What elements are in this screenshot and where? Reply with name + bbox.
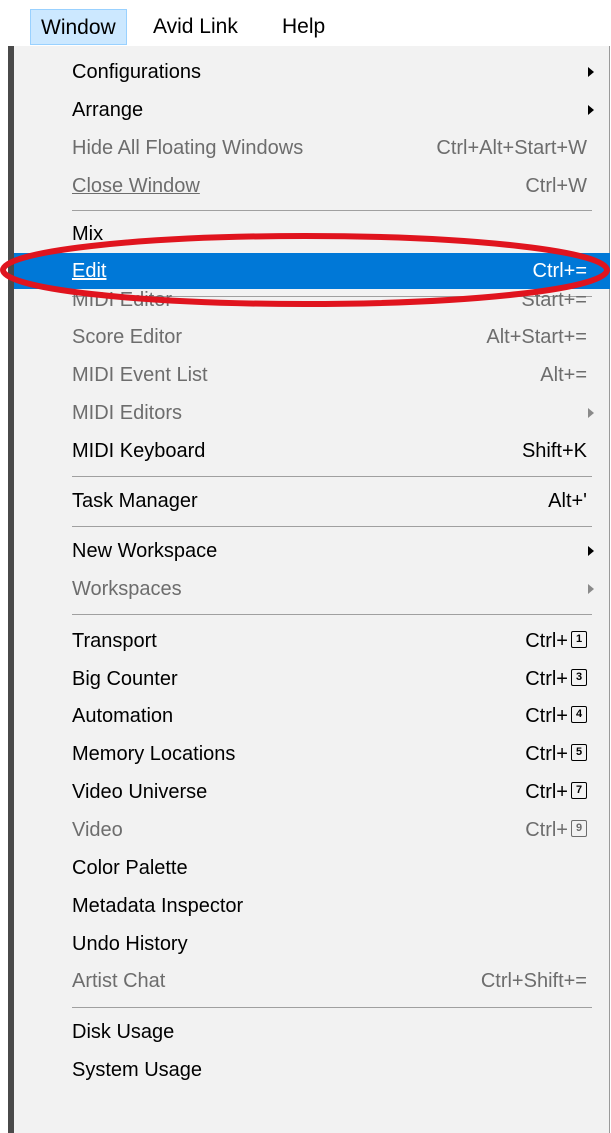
menu-item-workspaces: Workspaces bbox=[26, 571, 610, 607]
menu-separator bbox=[72, 210, 592, 211]
menu-item-video-universe[interactable]: Video Universe Ctrl+ 7 bbox=[26, 774, 610, 810]
menu-item-label: Mix bbox=[72, 223, 104, 245]
menu-item-artist-chat: Artist Chat Ctrl+Shift+= bbox=[26, 963, 610, 999]
submenu-arrow-icon bbox=[588, 408, 594, 418]
menu-item-shortcut: Ctrl+Alt+Start+W bbox=[436, 137, 587, 159]
menu-item-shortcut: Ctrl+Shift+= bbox=[480, 970, 587, 992]
menu-item-label: Color Palette bbox=[72, 857, 188, 879]
menu-item-label: New Workspace bbox=[72, 540, 218, 562]
menu-separator bbox=[72, 476, 592, 477]
numpad-key-icon: 3 bbox=[571, 669, 587, 687]
menu-item-undo-history[interactable]: Undo History bbox=[26, 926, 610, 962]
menu-item-label: Transport bbox=[72, 630, 157, 652]
menu-item-shortcut: Ctrl+ 1 bbox=[525, 623, 587, 659]
menu-item-shortcut: Ctrl+W bbox=[525, 175, 587, 197]
menu-item-label: Task Manager bbox=[72, 490, 198, 512]
menu-item-label: System Usage bbox=[72, 1059, 203, 1081]
menu-item-label: Disk Usage bbox=[72, 1021, 175, 1043]
menu-item-label: Automation bbox=[72, 705, 174, 727]
numpad-key-icon: 7 bbox=[571, 782, 587, 800]
menu-separator bbox=[72, 526, 592, 527]
menu-item-transport[interactable]: Transport Ctrl+ 1 bbox=[26, 623, 610, 659]
shortcut-prefix: Ctrl+ bbox=[525, 819, 568, 841]
submenu-arrow-icon bbox=[588, 546, 594, 556]
menu-item-color-palette[interactable]: Color Palette bbox=[26, 850, 610, 886]
menu-item-new-workspace[interactable]: New Workspace bbox=[26, 533, 610, 569]
menu-item-label: MIDI Editors bbox=[72, 402, 183, 424]
menu-avid-link[interactable]: Avid Link bbox=[143, 9, 248, 45]
menu-item-label: Arrange bbox=[72, 99, 144, 121]
shortcut-prefix: Ctrl+ bbox=[525, 705, 568, 727]
menu-item-label: Score Editor bbox=[72, 326, 183, 348]
menu-item-big-counter[interactable]: Big Counter Ctrl+ 3 bbox=[26, 661, 610, 697]
menu-item-midi-editor: MIDI Editor Start+= bbox=[26, 282, 610, 318]
menu-item-shortcut: Start+= bbox=[521, 289, 587, 311]
menu-item-disk-usage[interactable]: Disk Usage bbox=[26, 1014, 610, 1050]
menu-item-shortcut: Alt+Start+= bbox=[486, 326, 587, 348]
menu-help[interactable]: Help bbox=[272, 9, 335, 45]
submenu-arrow-icon bbox=[588, 105, 594, 115]
numpad-key-icon: 5 bbox=[571, 744, 587, 762]
numpad-key-icon: 4 bbox=[571, 706, 587, 724]
menu-item-hide-all-floating-windows: Hide All Floating Windows Ctrl+Alt+Start… bbox=[26, 130, 610, 166]
menu-item-midi-event-list: MIDI Event List Alt+= bbox=[26, 357, 610, 393]
submenu-arrow-icon bbox=[588, 67, 594, 77]
menu-item-shortcut: Shift+K bbox=[521, 440, 587, 462]
menu-bar: Window Avid Link Help bbox=[0, 0, 611, 47]
menu-window[interactable]: Window bbox=[30, 9, 127, 45]
menu-item-arrange[interactable]: Arrange bbox=[26, 92, 610, 128]
menu-item-label: MIDI Keyboard bbox=[72, 440, 206, 462]
menu-item-label: Configurations bbox=[72, 61, 201, 83]
shortcut-prefix: Ctrl+ bbox=[525, 743, 568, 765]
shortcut-prefix: Ctrl+ bbox=[525, 668, 568, 690]
menu-item-system-usage[interactable]: System Usage bbox=[26, 1052, 610, 1088]
menu-item-mix[interactable]: Mix bbox=[26, 216, 610, 252]
menu-item-task-manager[interactable]: Task Manager Alt+' bbox=[26, 483, 610, 519]
numpad-key-icon: 1 bbox=[571, 631, 587, 649]
submenu-arrow-icon bbox=[588, 584, 594, 594]
menu-item-close-window: Close Window Ctrl+W bbox=[26, 168, 610, 204]
menu-item-label: Hide All Floating Windows bbox=[72, 137, 304, 159]
menu-item-label: Workspaces bbox=[72, 578, 182, 600]
menu-item-shortcut: Ctrl+ 5 bbox=[525, 736, 587, 772]
menu-item-midi-editors: MIDI Editors bbox=[26, 395, 610, 431]
menu-item-label: MIDI Editor bbox=[72, 289, 173, 311]
menu-item-memory-locations[interactable]: Memory Locations Ctrl+ 5 bbox=[26, 736, 610, 772]
menu-item-label: Artist Chat bbox=[72, 970, 166, 992]
menu-item-configurations[interactable]: Configurations bbox=[26, 54, 610, 90]
menu-item-automation[interactable]: Automation Ctrl+ 4 bbox=[26, 698, 610, 734]
menu-item-label: Video bbox=[72, 819, 123, 841]
menu-item-shortcut: Ctrl+ 4 bbox=[525, 698, 587, 734]
menu-item-shortcut: Ctrl+ 3 bbox=[525, 661, 587, 697]
menu-separator bbox=[72, 1007, 592, 1008]
menu-item-midi-keyboard[interactable]: MIDI Keyboard Shift+K bbox=[26, 433, 610, 469]
menu-item-shortcut: Ctrl+ 9 bbox=[525, 812, 587, 848]
menu-item-metadata-inspector[interactable]: Metadata Inspector bbox=[26, 888, 610, 924]
menu-item-label: Undo History bbox=[72, 933, 188, 955]
shortcut-prefix: Ctrl+ bbox=[525, 630, 568, 652]
menu-item-label: Big Counter bbox=[72, 668, 178, 690]
menu-item-shortcut: Alt+= bbox=[540, 364, 587, 386]
menu-item-label: MIDI Event List bbox=[72, 364, 208, 386]
menu-item-label: Close Window bbox=[72, 175, 200, 197]
window-menu-dropdown: Configurations Arrange Hide All Floating… bbox=[8, 46, 610, 1133]
menu-item-shortcut: Ctrl+ 7 bbox=[525, 774, 587, 810]
shortcut-prefix: Ctrl+ bbox=[525, 781, 568, 803]
menu-separator bbox=[72, 614, 592, 615]
menu-item-score-editor: Score Editor Alt+Start+= bbox=[26, 319, 610, 355]
menu-item-shortcut: Alt+' bbox=[548, 490, 587, 512]
menu-item-label: Video Universe bbox=[72, 781, 208, 803]
menu-item-label: Metadata Inspector bbox=[72, 895, 244, 917]
menu-item-label: Memory Locations bbox=[72, 743, 236, 765]
numpad-key-icon: 9 bbox=[571, 820, 587, 838]
menu-item-video: Video Ctrl+ 9 bbox=[26, 812, 610, 848]
